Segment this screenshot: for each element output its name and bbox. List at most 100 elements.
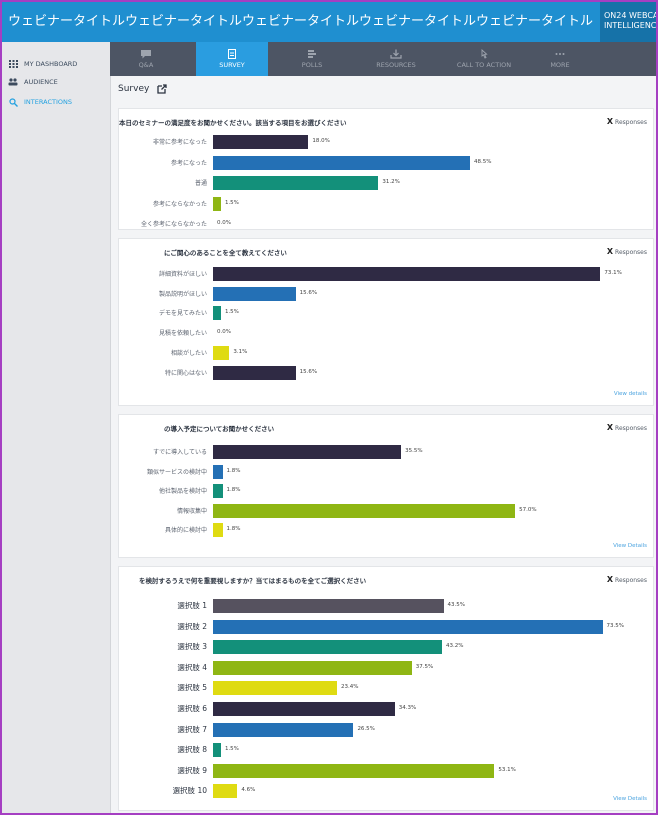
response-row: 詳細資料がほしい 73.1% (119, 265, 655, 283)
tab-qa[interactable]: Q&A (110, 42, 182, 76)
percent-label: 1.5% (224, 309, 239, 316)
close-x-icon: X (606, 247, 614, 256)
answer-label: 選択肢 7 (177, 724, 207, 734)
answer-label: 情報収集中 (176, 507, 207, 515)
tab-label: POLLS (301, 61, 323, 69)
answer-label: 他社製品を検討中 (158, 488, 207, 495)
tab-polls[interactable]: POLLS (276, 42, 348, 76)
view-details-link[interactable]: View Details (613, 796, 647, 802)
brand-line-1: ON24 WEBCAS (604, 11, 656, 20)
percent-label: 4.6% (241, 787, 256, 794)
responses-toggle[interactable]: X Responses (607, 247, 647, 256)
view-details-link[interactable]: View details (614, 391, 647, 397)
percent-label: 37.5% (415, 663, 434, 670)
answer-label: 参考になった (170, 159, 207, 167)
percent-label: 0.0% (217, 220, 231, 226)
survey-header: Survey (118, 84, 167, 94)
response-row: 選択肢 10 4.6% (119, 782, 655, 800)
responses-label: Responses (615, 249, 647, 256)
tab-label: CALL TO ACTION (456, 61, 512, 69)
result-bar (213, 619, 603, 634)
sidebar-item-label: AUDIENCE (24, 78, 58, 86)
percent-label: 23.4% (341, 684, 359, 691)
question-card: の導入予定についてお聞かせください X Responses すでに導入している 35.5… (118, 414, 654, 558)
response-row: 選択肢 8 1.5% (119, 741, 655, 759)
question-title: にご関心のあることを全て教えてください (164, 249, 287, 257)
answer-label: 選択肢 4 (177, 662, 207, 672)
magnifier-icon (8, 97, 18, 107)
percent-label: 57.0% (519, 506, 537, 513)
percent-label: 1.8% (226, 487, 241, 493)
answer-label: 選択肢 3 (177, 642, 207, 652)
response-row: 製品説明がほしい 15.6% (119, 285, 655, 303)
answer-label: 具体的に検討中 (164, 527, 207, 534)
result-bar (213, 743, 221, 758)
percent-label: 15.6% (299, 289, 318, 296)
response-row: 選択肢 6 34.3% (119, 700, 655, 718)
webinar-title: ウェビナータイトルウェビナータイトルウェビナータイトルウェビナータイトルウェビナ… (8, 14, 594, 29)
percent-label: 43.2% (445, 643, 464, 650)
tab-more[interactable]: MORE (524, 42, 596, 76)
export-icon[interactable] (157, 84, 167, 94)
tab-survey[interactable]: SURVEY (196, 42, 268, 76)
result-bar (213, 286, 296, 301)
result-bar (213, 155, 471, 170)
percent-label: 1.8% (226, 526, 241, 532)
tab-bar: Q&A SURVEY POLLS RESOURCES CALL TO ACTIO… (110, 42, 656, 76)
sidebar-item-label: INTERACTIONS (24, 98, 72, 106)
sidebar-item-label: MY DASHBOARD (24, 60, 78, 68)
question-card: 本日のセミナーの満足度をお聞かせください。該当する項目をお選びください X Resp… (118, 108, 654, 230)
result-bar (213, 345, 230, 360)
responses-toggle[interactable]: X Responses (607, 117, 647, 126)
answer-label: 類似サービスの検討中 (146, 468, 207, 476)
response-row: 選択肢 1 43.5% (119, 597, 655, 615)
sidebar-item-interactions[interactable]: INTERACTIONS (8, 96, 72, 108)
percent-label: 43.5% (447, 602, 466, 608)
response-row: 他社製品を検討中 1.8% (119, 482, 655, 500)
responses-label: Responses (615, 577, 647, 584)
result-bar (213, 267, 601, 281)
tab-call-to-action[interactable]: CALL TO ACTION (442, 42, 526, 76)
percent-label: 15.6% (299, 368, 318, 375)
result-bar (213, 784, 238, 799)
close-x-icon: X (606, 423, 614, 432)
tab-label: RESOURCES (376, 61, 416, 69)
result-bar (213, 523, 223, 537)
response-row: 特に関心はない 15.6% (119, 364, 655, 382)
answer-label: 特に関心はない (164, 369, 207, 377)
answer-label: 見積を依頼したい (158, 330, 207, 338)
percent-label: 48.5% (474, 158, 492, 165)
tab-resources[interactable]: RESOURCES (360, 42, 432, 76)
response-row: 非常に参考になった 18.0% (119, 133, 655, 151)
sidebar-item-audience[interactable]: AUDIENCE (8, 76, 58, 88)
sidebar-item-my-dashboard[interactable]: MY DASHBOARD (8, 58, 77, 70)
response-row: 選択肢 9 53.1% (119, 762, 655, 780)
response-row: 普通 31.2% (119, 174, 655, 192)
percent-label: 1.5% (224, 199, 239, 206)
response-row: 選択肢 7 26.5% (119, 721, 655, 739)
pointer-icon (481, 49, 488, 59)
answer-label: 詳細資料がほしい (158, 271, 207, 278)
answer-label: 選択肢 10 (172, 786, 207, 796)
question-title: 本日のセミナーの満足度をお聞かせください。該当する項目をお選びください (119, 119, 347, 127)
answer-label: 選択肢 8 (177, 745, 207, 755)
answer-label: 相談がしたい (170, 349, 207, 357)
percent-label: 26.5% (357, 725, 375, 732)
result-bar (213, 306, 221, 321)
tab-label: Q&A (138, 61, 154, 69)
responses-toggle[interactable]: X Responses (607, 575, 647, 584)
response-row: 見積を依頼したい 0.0% (119, 324, 655, 342)
responses-toggle[interactable]: X Responses (607, 423, 647, 432)
percent-label: 73.1% (604, 270, 622, 276)
response-row: 情報収集中 57.0% (119, 502, 655, 520)
result-bar (213, 503, 516, 518)
poll-icon (308, 50, 316, 58)
percent-label: 1.5% (224, 746, 239, 753)
tab-label: SURVEY (219, 61, 245, 69)
response-row: 選択肢 4 37.5% (119, 659, 655, 677)
result-bar (213, 599, 444, 613)
sidebar: MY DASHBOARD AUDIENCE INTERACTIONS (2, 42, 111, 813)
response-row: 類似サービスの検討中 1.8% (119, 463, 655, 481)
view-details-link[interactable]: View Details (613, 543, 647, 549)
response-row: 選択肢 2 73.5% (119, 618, 655, 636)
